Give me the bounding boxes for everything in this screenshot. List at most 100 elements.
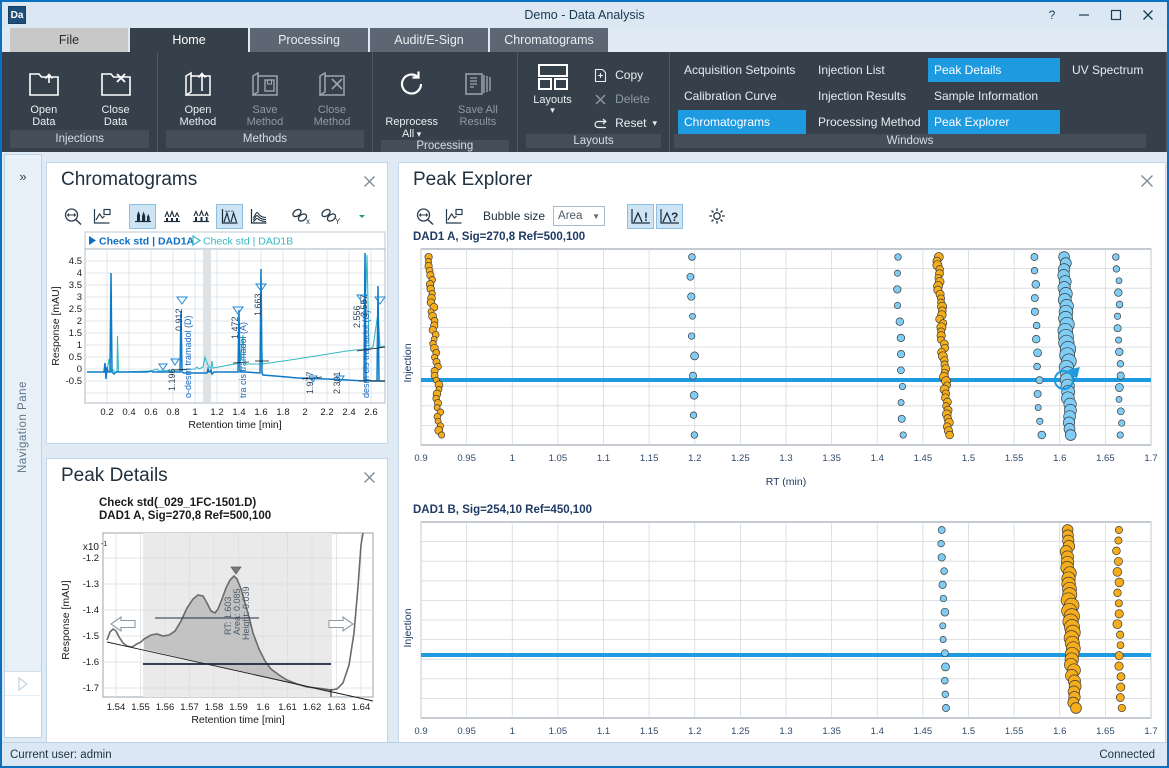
bubble-size-select[interactable]: Area ▼: [553, 206, 605, 226]
peak-bubble[interactable]: [897, 334, 905, 342]
peak-bubble[interactable]: [1117, 642, 1124, 649]
window-button-injection-results[interactable]: Injection Results: [812, 84, 922, 108]
peak-bubble[interactable]: [689, 372, 696, 379]
peak-bubble[interactable]: [1034, 390, 1041, 397]
peak-bubble[interactable]: [1113, 266, 1120, 273]
peak-bubble[interactable]: [942, 663, 950, 671]
peak-bubble[interactable]: [1031, 308, 1038, 315]
flag-peaks-icon[interactable]: !: [627, 204, 654, 229]
peak-bubble[interactable]: [1071, 703, 1082, 714]
navigation-pane[interactable]: » Navigation Pane: [4, 154, 42, 738]
peak-bubble[interactable]: [1114, 557, 1122, 565]
peak-bubble[interactable]: [691, 352, 699, 360]
peak-details-chart[interactable]: RT: 1.603 Area: 0.085 Height: 0.039 x10 …: [47, 523, 387, 742]
reprocess-all-button[interactable]: Reprocess All ▾: [380, 62, 444, 140]
peak-bubble[interactable]: [1113, 254, 1120, 261]
stacked-peaks-icon[interactable]: [187, 204, 214, 229]
peak-bubble[interactable]: [1116, 348, 1124, 356]
peak-bubble[interactable]: [899, 383, 905, 389]
open-data-button[interactable]: Open Data: [12, 62, 76, 128]
window-button-peak-explorer[interactable]: Peak Explorer: [928, 110, 1060, 134]
peak-bubble[interactable]: [1031, 254, 1038, 261]
layouts-button[interactable]: Layouts ▾: [524, 60, 581, 115]
window-button-peak-details[interactable]: Peak Details: [928, 58, 1060, 82]
peak-details-close-button[interactable]: [359, 467, 379, 487]
peak-bubble[interactable]: [940, 595, 947, 602]
tab-file[interactable]: File: [10, 28, 128, 52]
tab-audit-esign[interactable]: Audit/E-Sign: [370, 28, 488, 52]
peak-bubble[interactable]: [1116, 301, 1123, 308]
window-button-calibration-curve[interactable]: Calibration Curve: [678, 84, 806, 108]
peak-bubble[interactable]: [1037, 418, 1043, 424]
peak-bubble[interactable]: [898, 415, 905, 422]
peak-bubble[interactable]: [1116, 396, 1122, 402]
peak-bubble[interactable]: [689, 254, 696, 261]
peak-bubble[interactable]: [1115, 600, 1122, 607]
peak-bubble[interactable]: [1115, 384, 1123, 392]
peak-bubble[interactable]: [938, 527, 945, 534]
peak-bubble[interactable]: [938, 554, 945, 561]
window-button-sample-information[interactable]: Sample Information: [928, 84, 1060, 108]
peak-bubble[interactable]: [690, 313, 696, 319]
peak-bubble[interactable]: [1113, 547, 1121, 555]
peak-bubble[interactable]: [942, 691, 949, 698]
close-data-button[interactable]: Close Data: [84, 62, 148, 128]
peak-bubble[interactable]: [1114, 589, 1122, 597]
peak-bubble[interactable]: [1116, 694, 1124, 702]
peak-bubble[interactable]: [1115, 610, 1123, 618]
peak-bubble[interactable]: [1031, 295, 1038, 302]
unlink-y-icon[interactable]: Y: [315, 204, 342, 229]
peak-bubble[interactable]: [1116, 337, 1122, 343]
explorer-chart-b[interactable]: Injection 0.90.9511.051.11.151.21.251.31…: [399, 518, 1165, 768]
offset-traces-icon[interactable]: [245, 204, 272, 229]
peak-bubble[interactable]: [439, 432, 445, 438]
peak-bubble[interactable]: [1065, 430, 1076, 441]
peak-bubble[interactable]: [894, 286, 901, 293]
copy-layout-button[interactable]: Copy: [585, 64, 663, 86]
tab-processing[interactable]: Processing: [250, 28, 368, 52]
minimize-button[interactable]: [1069, 3, 1099, 27]
open-method-button[interactable]: Open Method: [166, 62, 230, 128]
peak-bubble[interactable]: [941, 677, 948, 684]
close-button[interactable]: [1133, 3, 1163, 27]
peak-bubble[interactable]: [1117, 432, 1123, 438]
peak-bubble[interactable]: [1034, 349, 1042, 357]
peak-bubble[interactable]: [1032, 281, 1040, 289]
peak-bubble[interactable]: [942, 704, 949, 711]
peak-bubble[interactable]: [940, 636, 946, 642]
unlink-x-icon[interactable]: x: [286, 204, 313, 229]
peak-bubble[interactable]: [690, 392, 698, 400]
signal-view-icon[interactable]: [88, 204, 115, 229]
peak-bubble[interactable]: [1031, 267, 1038, 274]
chromatograms-close-button[interactable]: [359, 171, 379, 191]
peak-bubble[interactable]: [895, 254, 902, 261]
window-button-acquisition-setpoints[interactable]: Acquisition Setpoints: [678, 58, 806, 82]
tab-chromatograms[interactable]: Chromatograms: [490, 28, 608, 52]
explorer-chart-a[interactable]: Injection 0.90.9511.051.11.151.21.251.31…: [399, 245, 1165, 502]
peak-bubble[interactable]: [688, 333, 695, 340]
peak-bubble[interactable]: [1035, 405, 1041, 411]
peak-bubble[interactable]: [1113, 568, 1122, 577]
zoom-reset-icon[interactable]: [411, 204, 438, 229]
peak-bubble[interactable]: [894, 302, 900, 308]
peak-bubble[interactable]: [896, 318, 904, 326]
peak-bubble[interactable]: [1117, 683, 1125, 691]
zoom-reset-icon[interactable]: [59, 204, 86, 229]
peak-bubble[interactable]: [897, 367, 904, 374]
peak-bubble[interactable]: [1115, 578, 1124, 587]
gear-icon[interactable]: [703, 204, 730, 229]
peak-bubble[interactable]: [1115, 537, 1122, 544]
window-button-chromatograms[interactable]: Chromatograms: [678, 110, 806, 134]
peak-bubble[interactable]: [687, 273, 694, 280]
chevron-right-icon[interactable]: [5, 672, 41, 696]
peak-bubble[interactable]: [1116, 631, 1123, 638]
peak-bubble[interactable]: [894, 270, 900, 276]
window-button-uv-spectrum[interactable]: UV Spectrum: [1066, 58, 1166, 82]
reset-layout-button[interactable]: Reset ▾: [585, 112, 663, 134]
peak-bubble[interactable]: [1119, 420, 1125, 426]
peak-bubble[interactable]: [1033, 322, 1040, 329]
peak-bubble[interactable]: [1117, 372, 1124, 379]
peak-bubble[interactable]: [1117, 673, 1125, 681]
annotations-icon[interactable]: [216, 204, 243, 229]
peak-bubble[interactable]: [1115, 652, 1123, 660]
